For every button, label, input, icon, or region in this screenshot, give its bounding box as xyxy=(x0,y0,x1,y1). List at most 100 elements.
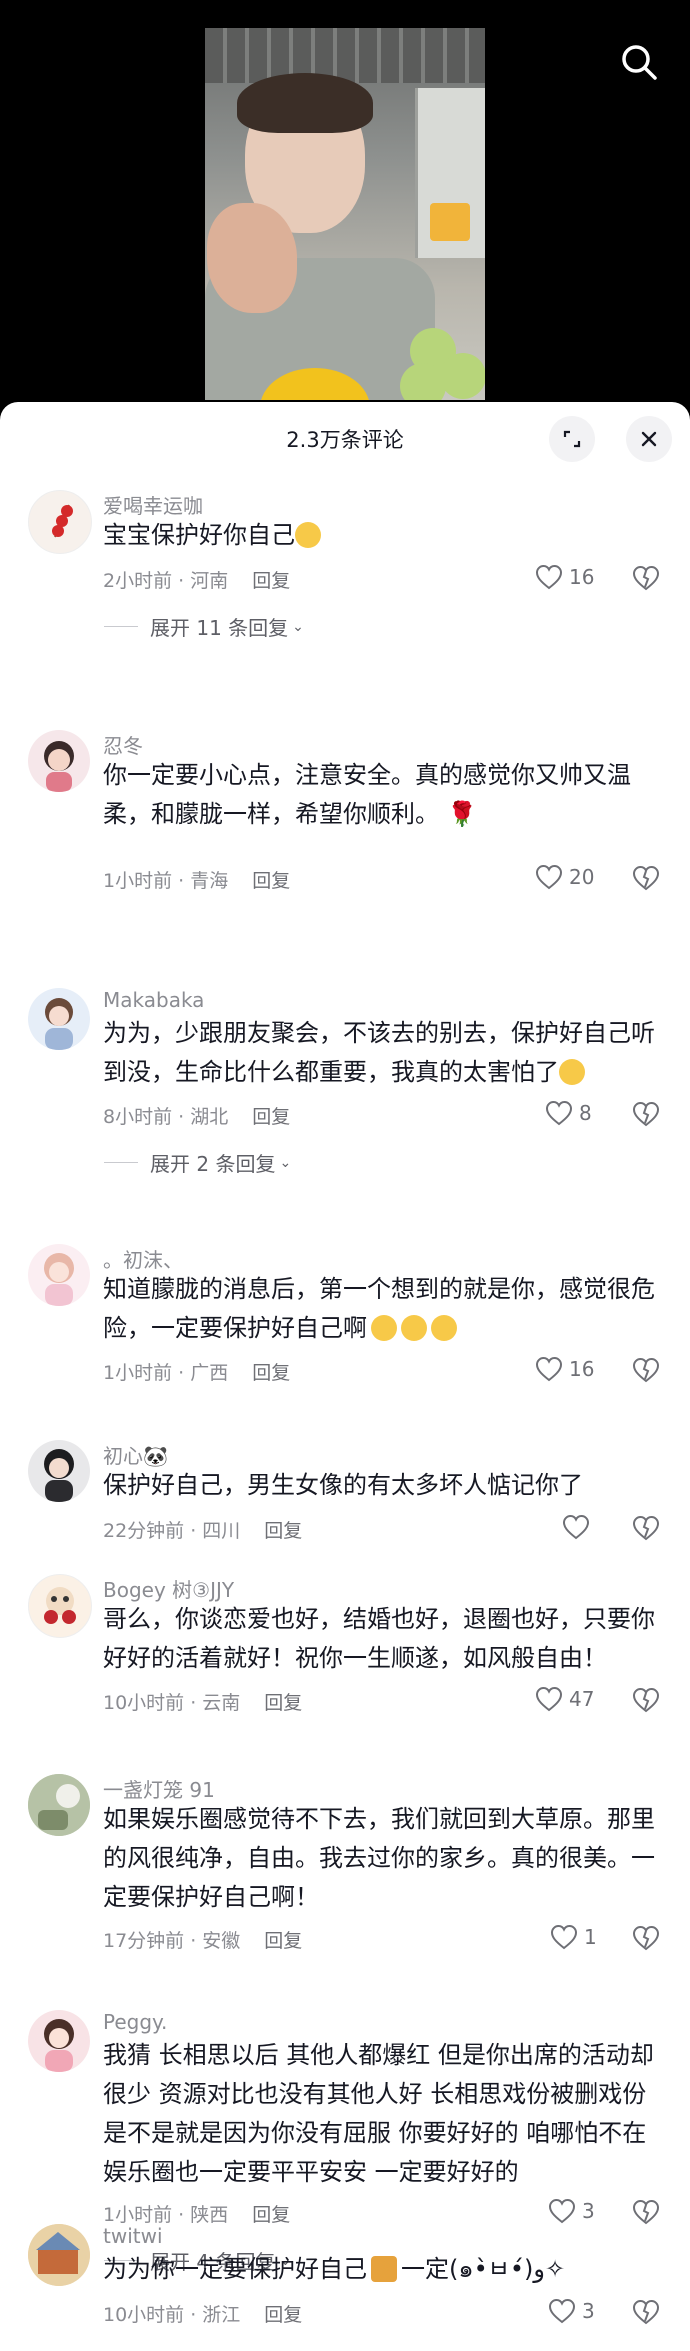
dislike-icon[interactable] xyxy=(632,565,660,593)
comment-username[interactable]: 初心🐼 xyxy=(103,1440,168,1469)
reply-button[interactable]: 回复 xyxy=(252,570,290,592)
reply-button[interactable]: 回复 xyxy=(252,870,290,892)
video-person-hand xyxy=(207,203,297,313)
like-count: 3 xyxy=(582,2299,595,2323)
like-button[interactable]: 16 xyxy=(535,564,594,590)
comment-username[interactable]: 爱喝幸运咖 xyxy=(103,490,203,519)
like-count: 16 xyxy=(569,1357,595,1381)
dislike-icon[interactable] xyxy=(632,2299,660,2327)
avatar[interactable] xyxy=(28,988,90,1050)
comment-text: 为为，少跟朋友聚会，不该去的别去，保护好自己听到没，生命比什么都重要，我真的太害… xyxy=(103,1014,663,1092)
like-button[interactable]: 47 xyxy=(535,1686,594,1712)
reply-button[interactable]: 回复 xyxy=(264,1692,302,1714)
video-person-hair xyxy=(237,73,373,133)
like-button[interactable]: 3 xyxy=(548,2298,595,2324)
comment-text: 保护好自己，男生女像的有太多坏人惦记你了 xyxy=(103,1471,583,1499)
like-button[interactable]: 16 xyxy=(535,1356,594,1382)
crying-emoji-icon xyxy=(401,1315,427,1341)
comment-text-content: 为为你一定要保护好自己 xyxy=(103,2255,367,2283)
reply-button[interactable]: 回复 xyxy=(252,1106,290,1128)
comment-text: 为为你一定要保护好自己 一定(๑•̀ㅂ•́)و✧ xyxy=(103,2250,663,2289)
like-count: 20 xyxy=(569,865,595,889)
like-button[interactable]: 1 xyxy=(550,1924,597,1950)
close-icon[interactable] xyxy=(626,416,672,462)
comment-username[interactable]: Peggy. xyxy=(103,2010,167,2034)
comments-panel: 2.3万条评论 爱喝幸运咖 宝宝保护好你自己 2小时前 · 河南 回复 16 展开… xyxy=(0,402,690,2351)
divider xyxy=(104,1162,138,1163)
dislike-icon[interactable] xyxy=(632,1687,660,1715)
comment-username[interactable]: 忍冬 xyxy=(103,730,143,759)
expand-fullscreen-icon[interactable] xyxy=(549,416,595,462)
avatar[interactable] xyxy=(28,490,92,554)
like-count: 3 xyxy=(582,2199,595,2223)
comment-username[interactable]: Makabaka xyxy=(103,988,204,1012)
comment-meta: 1小时前 · 青海 回复 xyxy=(103,866,290,893)
comment-text: 你一定要小心点，注意安全。真的感觉你又帅又温柔，和朦胧一样，希望你顺利。 🌹 xyxy=(103,756,663,834)
avatar[interactable] xyxy=(28,1244,90,1306)
comment-time: 1小时前 · 广西 xyxy=(103,1362,229,1384)
like-count: 1 xyxy=(584,1925,597,1949)
heart-icon xyxy=(545,1100,573,1126)
avatar[interactable] xyxy=(28,730,90,792)
crying-emoji-icon xyxy=(431,1315,457,1341)
video-fruit xyxy=(440,353,485,399)
avatar[interactable] xyxy=(28,1774,90,1836)
comment-text-content: 一定(๑•̀ㅂ•́)و✧ xyxy=(401,2255,566,2283)
like-count: 16 xyxy=(569,565,595,589)
rose-emoji-icon: 🌹 xyxy=(447,800,477,828)
heart-icon xyxy=(535,1356,563,1382)
comment-time: 17分钟前 · 安徽 xyxy=(103,1930,241,1952)
reply-button[interactable]: 回复 xyxy=(264,2304,302,2326)
comment-meta: 17分钟前 · 安徽 回复 xyxy=(103,1926,302,1953)
comment-text-content: 你一定要小心点，注意安全。真的感觉你又帅又温柔，和朦胧一样，希望你顺利。 xyxy=(103,761,631,828)
comment-time: 10小时前 · 浙江 xyxy=(103,2304,241,2326)
expand-replies-button[interactable]: 展开 2 条回复 ⌄ xyxy=(104,1148,291,1177)
search-icon[interactable] xyxy=(615,38,665,88)
like-button[interactable]: 20 xyxy=(535,864,594,890)
video-player[interactable] xyxy=(0,0,690,420)
comment-username[interactable]: 一盏灯笼 91 xyxy=(103,1774,215,1803)
heart-icon xyxy=(548,2198,576,2224)
reply-button[interactable]: 回复 xyxy=(252,2204,290,2226)
expand-replies-button[interactable]: 展开 11 条回复 ⌄ xyxy=(104,612,304,641)
avatar[interactable] xyxy=(28,2224,90,2286)
dislike-icon[interactable] xyxy=(632,2199,660,2227)
avatar[interactable] xyxy=(28,2010,90,2072)
expand-replies-label: 展开 11 条回复 xyxy=(150,616,289,640)
avatar[interactable] xyxy=(28,1440,90,1502)
like-button[interactable]: 8 xyxy=(545,1100,592,1126)
reply-button[interactable]: 回复 xyxy=(264,1930,302,1952)
comment-text: 宝宝保护好你自己 xyxy=(103,516,663,555)
comment-username[interactable]: 。初沫、 xyxy=(103,1244,183,1273)
comment-meta: 1小时前 · 广西 回复 xyxy=(103,1358,290,1385)
emoji-icon xyxy=(295,522,321,548)
expand-replies-label: 展开 2 条回复 xyxy=(150,1152,276,1176)
avatar[interactable] xyxy=(28,1574,92,1638)
comment-time: 2小时前 · 河南 xyxy=(103,570,229,592)
video-frame xyxy=(205,28,485,400)
comment-username[interactable]: Bogey 树③JJY xyxy=(103,1574,234,1603)
dislike-icon[interactable] xyxy=(632,1515,660,1543)
comment-meta: 10小时前 · 浙江 回复 xyxy=(103,2300,302,2327)
reply-button[interactable]: 回复 xyxy=(252,1362,290,1384)
comment-time: 1小时前 · 陕西 xyxy=(103,2204,229,2226)
comment-meta: 22分钟前 · 四川 回复 xyxy=(103,1516,302,1543)
like-button[interactable]: 3 xyxy=(548,2198,595,2224)
reply-button[interactable]: 回复 xyxy=(264,1520,302,1542)
dislike-icon[interactable] xyxy=(632,1925,660,1953)
emoji-icon xyxy=(371,2256,397,2282)
pleading-emoji-icon xyxy=(559,1059,585,1085)
comment-time: 8小时前 · 湖北 xyxy=(103,1106,229,1128)
divider xyxy=(104,626,138,627)
dislike-icon[interactable] xyxy=(632,1101,660,1129)
comment-meta: 1小时前 · 陕西 回复 xyxy=(103,2200,290,2227)
comment-text-content: 宝宝保护好你自己 xyxy=(103,521,295,549)
comment-meta: 8小时前 · 湖北 回复 xyxy=(103,1102,290,1129)
like-button[interactable] xyxy=(562,1514,596,1540)
heart-icon xyxy=(535,864,563,890)
dislike-icon[interactable] xyxy=(632,1357,660,1385)
like-count: 8 xyxy=(579,1101,592,1125)
heart-icon xyxy=(535,564,563,590)
dislike-icon[interactable] xyxy=(632,865,660,893)
comment-username[interactable]: twitwi xyxy=(103,2224,163,2248)
